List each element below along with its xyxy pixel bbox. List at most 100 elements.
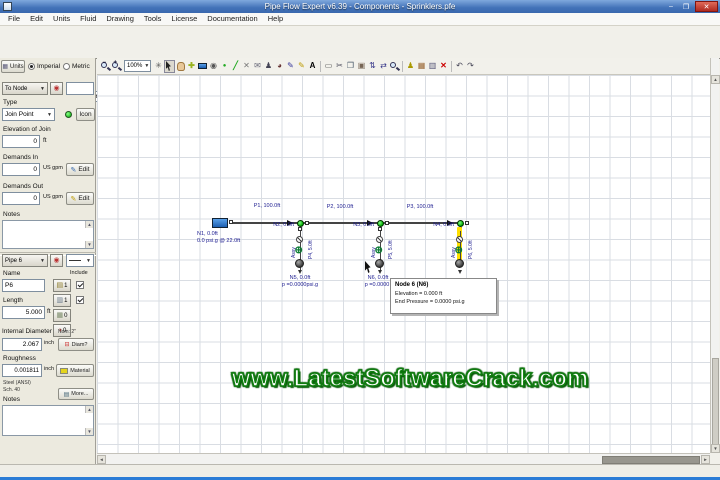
demands-in-edit-button[interactable]: ✎ Edit — [66, 163, 94, 176]
zoom-in-icon[interactable]: + — [111, 60, 122, 73]
pipe-label-p3: P3, 100.0ft — [406, 204, 434, 210]
material-name: Steel (ANSI) — [3, 380, 31, 386]
node-notes-textarea[interactable]: ▲ ▼ — [2, 220, 94, 249]
metric-radio[interactable] — [63, 63, 70, 70]
diam-button[interactable]: ⊟ Diam? — [58, 338, 94, 351]
pipe-notes-label: Notes — [3, 396, 20, 403]
length-input[interactable]: 5.000 — [2, 306, 45, 319]
scroll-up-icon[interactable]: ▲ — [711, 75, 720, 84]
scroll-right-icon[interactable]: ► — [701, 455, 710, 464]
redo-icon[interactable]: ↷ — [465, 60, 476, 73]
check-valve-icon[interactable] — [376, 236, 383, 243]
icon-button[interactable]: Icon — [76, 108, 95, 121]
add-node-icon[interactable]: ✚ — [186, 60, 197, 73]
split-pipe-icon[interactable]: ✕ — [241, 60, 252, 73]
roughness-input[interactable]: 0.001811 — [2, 364, 42, 377]
node-name-input[interactable] — [66, 82, 94, 95]
scroll-up-icon[interactable]: ▲ — [85, 221, 93, 228]
check-valve-icon[interactable] — [296, 236, 303, 243]
person-icon[interactable]: ♟ — [263, 60, 274, 73]
find-pipe-icon[interactable]: ◉ — [50, 254, 63, 267]
add-component-icon[interactable]: ◉ — [208, 60, 219, 73]
line-style-select[interactable]: ▼ — [66, 254, 94, 267]
imperial-radio[interactable] — [28, 63, 35, 70]
elevation-input[interactable]: 0 — [2, 135, 40, 148]
zoom-out-icon[interactable]: − — [100, 60, 111, 73]
menu-fluid[interactable]: Fluid — [75, 13, 101, 25]
flip-vertical-icon[interactable]: ⇅ — [367, 60, 378, 73]
pan-tool-icon[interactable] — [175, 60, 186, 73]
delete-icon[interactable]: ✕ — [438, 60, 449, 73]
components-button[interactable]: ▥ 1 — [53, 294, 71, 307]
drawing-canvas[interactable]: P1, 100.0ft P2, 100.0ft P3, 100.0ft N1, … — [97, 75, 710, 453]
include-fittings-checkbox[interactable] — [76, 281, 84, 289]
rect-select-icon[interactable]: ▭ — [323, 60, 334, 73]
text-tool-icon[interactable]: A — [307, 60, 318, 73]
menu-license[interactable]: License — [166, 13, 202, 25]
minimize-button[interactable]: – — [664, 1, 678, 12]
sprinkler-head[interactable] — [455, 259, 464, 268]
diameter-input[interactable]: 2.067 — [2, 338, 42, 351]
menu-drawing[interactable]: Drawing — [101, 13, 139, 25]
scroll-up-icon[interactable]: ▲ — [85, 406, 93, 413]
copy-icon[interactable]: ❐ — [345, 60, 356, 73]
pencil-icon[interactable]: ✎ — [285, 60, 296, 73]
add-point-icon[interactable]: ● — [219, 60, 230, 73]
notes-tool-icon[interactable]: ✉ — [252, 60, 263, 73]
menu-edit[interactable]: Edit — [25, 13, 48, 25]
pencil-yellow-icon[interactable]: ✎ — [296, 60, 307, 73]
tank-n1[interactable] — [212, 218, 228, 228]
add-pipe-icon[interactable]: ╱ — [230, 60, 241, 73]
menu-tools[interactable]: Tools — [139, 13, 167, 25]
horizontal-scroll-thumb[interactable] — [602, 456, 700, 464]
sprinkler-head[interactable] — [375, 259, 384, 268]
demands-out-edit-button[interactable]: ✎ Edit — [66, 192, 94, 205]
horizontal-scrollbar[interactable]: ◄ ► — [97, 453, 710, 464]
menu-help[interactable]: Help — [263, 13, 288, 25]
undo-icon[interactable]: ↶ — [454, 60, 465, 73]
scroll-left-icon[interactable]: ◄ — [97, 455, 106, 464]
pie-icon[interactable]: ◕ — [274, 60, 285, 73]
menu-documentation[interactable]: Documentation — [202, 13, 262, 25]
pointer-tool-icon[interactable] — [164, 59, 175, 73]
find-node-icon[interactable]: ◉ — [50, 82, 63, 95]
node-type-select[interactable]: Join Point ▼ — [2, 108, 55, 121]
material-button[interactable]: Material — [56, 364, 94, 377]
add-tank-icon[interactable] — [197, 60, 208, 73]
units-button[interactable]: ▦ Units — [1, 60, 25, 73]
cut-icon[interactable]: ✂ — [334, 60, 345, 73]
more-button[interactable]: ▤ More... — [58, 388, 94, 400]
scroll-down-icon[interactable]: ▼ — [711, 444, 720, 453]
menu-units[interactable]: Units — [48, 13, 75, 25]
demands-out-input[interactable]: 0 — [2, 192, 40, 205]
close-button[interactable]: ✕ — [695, 1, 718, 12]
building-icon[interactable]: ▦ — [416, 60, 427, 73]
title-bar[interactable]: Pipe Flow Expert v6.39 - Components - Sp… — [0, 0, 720, 14]
redraw-icon[interactable]: ✳ — [153, 60, 164, 73]
pipe-name-input[interactable]: P6 — [2, 279, 45, 292]
fittings-button[interactable]: ▤ 1 — [53, 279, 71, 292]
check-valve-icon[interactable] — [456, 236, 463, 243]
flip-horizontal-icon[interactable]: ⇄ — [378, 60, 389, 73]
vertical-scroll-thumb[interactable] — [712, 358, 719, 448]
menu-file[interactable]: File — [3, 13, 25, 25]
node-selector[interactable]: To Node ▼ — [2, 82, 48, 95]
node-notes-label: Notes — [3, 211, 20, 218]
pipe-selector[interactable]: Pipe 6 ▼ — [2, 254, 48, 267]
user-icon[interactable]: ♟ — [405, 60, 416, 73]
scroll-down-icon[interactable]: ▼ — [85, 241, 93, 248]
gates-icon[interactable]: ▥ — [427, 60, 438, 73]
zoom-area-icon[interactable] — [389, 60, 400, 73]
scroll-down-icon[interactable]: ▼ — [85, 428, 93, 435]
maximize-button[interactable]: ❐ — [679, 1, 693, 12]
sprinkler-assembly-3[interactable]: ⊕ Assy P6, 5.0ft — [445, 215, 479, 287]
include-components-checkbox[interactable] — [76, 296, 84, 304]
zoom-level-select[interactable]: 100% ▼ — [124, 60, 151, 72]
tooltip-title: Node 6 (N6) — [395, 282, 429, 288]
vertical-scrollbar[interactable]: ▲ ▼ — [710, 58, 720, 453]
valves-button[interactable]: ▦ 0 — [53, 309, 71, 322]
demands-in-input[interactable]: 0 — [2, 163, 40, 176]
paste-icon[interactable]: ▣ — [356, 60, 367, 73]
pipe-notes-textarea[interactable]: ▲ ▼ — [2, 405, 94, 436]
sprinkler-head[interactable] — [295, 259, 304, 268]
